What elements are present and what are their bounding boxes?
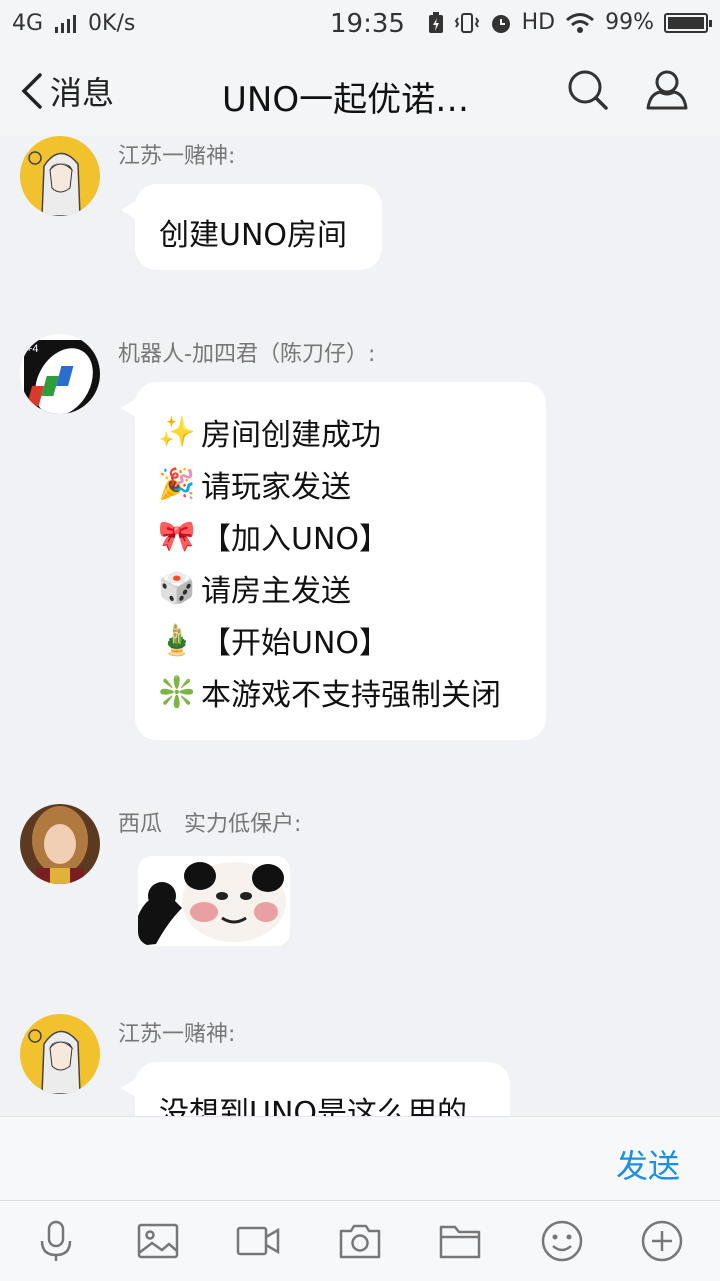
- message-text: 本游戏不支持强制关闭: [201, 678, 501, 713]
- camera-icon[interactable]: [338, 1219, 382, 1263]
- avatar[interactable]: [20, 136, 100, 216]
- message-bubble[interactable]: 没想到UNO是这么用的: [121, 1062, 510, 1116]
- sender-name: 江苏一赌神:: [118, 144, 236, 169]
- message-line: 🎲 请房主发送: [157, 562, 524, 614]
- hd-label: HD: [521, 10, 556, 35]
- sender-name: 西瓜 实力低保户:: [118, 812, 302, 837]
- sender-name: 机器人-加四君（陈刀仔）:: [118, 342, 376, 367]
- status-left: 4G 0K/s: [12, 11, 135, 36]
- panda-meme-sticker-icon: [138, 856, 290, 946]
- message-text: 【加入UNO】: [201, 522, 390, 557]
- status-bar: 4G 0K/s 19:35 HD 99%: [0, 0, 720, 50]
- sender-name: 江苏一赌神:: [118, 1022, 236, 1047]
- network-label: 4G: [12, 11, 44, 36]
- emoji-icon[interactable]: [540, 1219, 584, 1263]
- clock: 19:35: [330, 9, 405, 39]
- title-bar: 消息 UNO一起优诺…: [0, 50, 720, 136]
- avatar-girl-photo-icon: [20, 804, 100, 884]
- status-right: HD 99%: [428, 10, 712, 35]
- image-icon[interactable]: [136, 1219, 180, 1263]
- avatar[interactable]: [20, 804, 100, 884]
- plus-icon[interactable]: [640, 1219, 684, 1263]
- chat-title: UNO一起优诺…: [222, 80, 470, 120]
- sticker-image[interactable]: [138, 856, 290, 946]
- avatar[interactable]: +4: [20, 334, 100, 414]
- input-toolbar: [0, 1200, 720, 1281]
- bamboo-decoration-icon: 🎍: [158, 622, 196, 658]
- message-text: 【开始UNO】: [201, 626, 390, 661]
- folder-icon[interactable]: [438, 1219, 482, 1263]
- sparkles-icon: ✨: [158, 414, 196, 450]
- message-text: 创建UNO房间: [159, 218, 348, 253]
- message-line: 🎉 请玩家发送: [157, 458, 524, 510]
- send-button[interactable]: 发送: [616, 1141, 680, 1187]
- sparkle-box-icon: ❇️: [158, 674, 196, 710]
- message-line: 🎀 【加入UNO】: [157, 510, 524, 562]
- wifi-icon: [566, 12, 595, 33]
- battery-icon: [664, 12, 712, 33]
- avatar[interactable]: [20, 1014, 100, 1094]
- alarm-icon: [491, 14, 510, 33]
- ribbon-icon: 🎀: [158, 518, 196, 554]
- back-label: 消息: [50, 74, 115, 112]
- message-bubble[interactable]: ✨ 房间创建成功 🎉 请玩家发送 🎀 【加入UNO】 🎲 请房主发送 🎍 【开始UNO】 …: [121, 382, 546, 740]
- avatar-uno-card-icon: +4: [20, 334, 100, 414]
- input-bar[interactable]: 发送: [0, 1116, 720, 1201]
- avatar-anime-hooded-icon: [20, 1014, 100, 1094]
- message-line: 🎍 【开始UNO】: [157, 614, 524, 666]
- message-text: 房间创建成功: [201, 418, 381, 453]
- svg-text:+4: +4: [26, 343, 39, 355]
- message-bubble[interactable]: 创建UNO房间: [121, 184, 382, 270]
- signal-icon: [55, 14, 77, 33]
- avatar-anime-hooded-icon: [20, 136, 100, 216]
- chat-area[interactable]: 江苏一赌神: 创建UNO房间 +4 机器人-加四君（陈刀仔）: ✨ 房间创建成功 …: [0, 136, 720, 1116]
- back-button[interactable]: 消息: [18, 68, 114, 114]
- search-icon[interactable]: [566, 68, 610, 112]
- chevron-left-icon: [21, 73, 42, 109]
- battery-percent: 99%: [605, 10, 654, 35]
- network-speed: 0K/s: [88, 11, 136, 36]
- message-text: 请玩家发送: [201, 470, 351, 505]
- message-line: ✨ 房间创建成功: [157, 406, 524, 458]
- charging-icon: [428, 11, 443, 33]
- vibrate-icon: [454, 12, 479, 33]
- video-icon[interactable]: [236, 1219, 280, 1263]
- message-text: 请房主发送: [201, 574, 351, 609]
- dice-icon: 🎲: [158, 570, 196, 606]
- message-line: ❇️ 本游戏不支持强制关闭: [157, 666, 524, 718]
- message-text: 没想到UNO是这么用的: [159, 1096, 468, 1116]
- party-popper-icon: 🎉: [158, 466, 196, 502]
- group-members-icon[interactable]: [644, 68, 690, 112]
- microphone-icon[interactable]: [34, 1219, 78, 1263]
